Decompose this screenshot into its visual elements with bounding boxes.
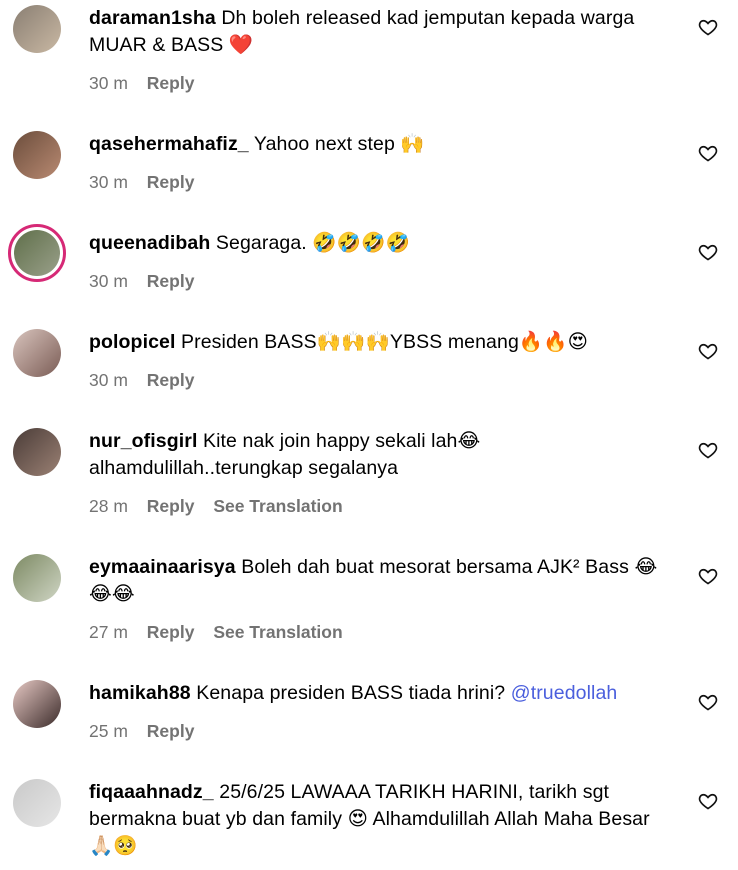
comment-time: 27 m [89,622,128,642]
comment-body: polopicel Presiden BASS🙌🙌🙌YBSS menang🔥🔥😍 [89,329,679,356]
comment-username[interactable]: polopicel [89,331,176,353]
comment-body: qasehermahafiz_ Yahoo next step 🙌 [89,131,679,158]
comment-username[interactable]: nur_ofisgirl [89,430,197,452]
reply-button[interactable]: Reply [147,496,195,516]
comment-username[interactable]: queenadibah [89,232,210,254]
like-heart-icon[interactable] [698,440,718,460]
see-translation-button[interactable]: See Translation [213,622,342,642]
avatar [14,230,60,276]
comment-meta: 28 m Reply See Translation [89,495,357,517]
comment-meta: 30 m Reply [89,270,208,292]
comment-meta: 25 m Reply [89,720,208,742]
avatar-story-ring[interactable] [8,224,66,282]
avatar[interactable] [13,131,61,179]
comment-time: 28 m [89,496,128,516]
mention-link[interactable]: @truedollah [511,682,618,704]
reply-button[interactable]: Reply [147,721,195,741]
comment-meta: 30 m Reply [89,72,208,94]
like-heart-icon[interactable] [698,566,718,586]
like-heart-icon[interactable] [698,692,718,712]
see-translation-button[interactable]: See Translation [213,496,342,516]
comment-body: fiqaaahnadz_ 25/6/25 LAWAAA TARIKH HARIN… [89,779,679,860]
avatar[interactable] [13,779,61,827]
like-heart-icon[interactable] [698,341,718,361]
reply-button[interactable]: Reply [147,622,195,642]
avatar[interactable] [13,428,61,476]
avatar[interactable] [13,680,61,728]
reply-button[interactable]: Reply [147,172,195,192]
comment-time: 30 m [89,73,128,93]
comment-body: daraman1sha Dh boleh released kad jemput… [89,5,679,59]
comment-text: Presiden BASS🙌🙌🙌YBSS menang🔥🔥😍 [181,331,589,353]
comment-body: eymaainaarisya Boleh dah buat mesorat be… [89,554,679,608]
comment-text: Kenapa presiden BASS tiada hrini? [196,682,506,704]
comment-meta: 30 m Reply [89,171,208,193]
comment-username[interactable]: hamikah88 [89,682,191,704]
comment-username[interactable]: fiqaaahnadz_ [89,781,214,803]
comment-username[interactable]: daraman1sha [89,7,216,29]
comment-body: nur_ofisgirl Kite nak join happy sekali … [89,428,679,482]
avatar[interactable] [13,554,61,602]
reply-button[interactable]: Reply [147,73,195,93]
comment-username[interactable]: qasehermahafiz_ [89,133,249,155]
comment-text: Yahoo next step 🙌 [253,133,425,155]
comment-meta: 30 m Reply [89,369,208,391]
reply-button[interactable]: Reply [147,370,195,390]
comment-time: 30 m [89,271,128,291]
like-heart-icon[interactable] [698,791,718,811]
comment-time: 25 m [89,721,128,741]
avatar[interactable] [13,329,61,377]
reply-button[interactable]: Reply [147,271,195,291]
comment-time: 30 m [89,370,128,390]
like-heart-icon[interactable] [698,143,718,163]
comment-username[interactable]: eymaainaarisya [89,556,236,578]
like-heart-icon[interactable] [698,17,718,37]
like-heart-icon[interactable] [698,242,718,262]
comment-text: Segaraga. 🤣🤣🤣🤣 [215,232,410,254]
comment-body: hamikah88 Kenapa presiden BASS tiada hri… [89,680,679,707]
avatar[interactable] [13,5,61,53]
comment-time: 30 m [89,172,128,192]
comment-meta: 27 m Reply See Translation [89,621,357,643]
comment-body: queenadibah Segaraga. 🤣🤣🤣🤣 [89,230,679,257]
